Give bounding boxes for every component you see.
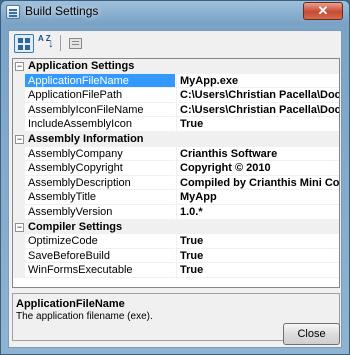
property-pages-button[interactable] bbox=[65, 34, 85, 53]
property-name[interactable]: SaveBeforeBuild bbox=[25, 249, 175, 264]
row-gutter bbox=[13, 248, 25, 264]
property-value[interactable]: MyApp.exe bbox=[176, 73, 339, 89]
property-name[interactable]: IncludeAssemblyIcon bbox=[25, 117, 175, 132]
row-gutter bbox=[13, 102, 25, 118]
window-title: Build Settings bbox=[25, 4, 99, 18]
row-gutter bbox=[13, 190, 25, 205]
dialog-client-area: A Z ↓ − Application Settings Application… bbox=[8, 30, 342, 348]
property-value[interactable]: Copyright © 2010 bbox=[176, 161, 339, 176]
row-gutter bbox=[13, 117, 25, 132]
property-name[interactable]: ApplicationFilePath bbox=[25, 88, 175, 103]
property-value[interactable]: True bbox=[176, 234, 339, 249]
category-compiler-settings[interactable]: − Compiler Settings bbox=[13, 219, 339, 235]
row-gutter bbox=[13, 161, 25, 176]
property-name[interactable]: WinFormsExecutable bbox=[25, 263, 175, 278]
property-row[interactable]: IncludeAssemblyIcon True bbox=[13, 117, 339, 132]
row-gutter bbox=[13, 234, 25, 249]
property-row[interactable]: SaveBeforeBuild True bbox=[13, 248, 339, 264]
category-label: Application Settings bbox=[28, 60, 135, 72]
property-row[interactable]: AssemblyVersion 1.0.* bbox=[13, 204, 339, 220]
property-row[interactable]: AssemblyCompany Crianthis Software bbox=[13, 146, 339, 162]
property-name[interactable]: OptimizeCode bbox=[25, 234, 175, 249]
property-row[interactable]: AssemblyIconFileName C:\Users\Christian … bbox=[13, 102, 339, 118]
property-value[interactable]: C:\Users\Christian Pacella\Docum bbox=[176, 88, 339, 103]
collapse-icon[interactable]: − bbox=[15, 62, 24, 71]
build-settings-window: Build Settings ✕ A Z ↓ − Application Set bbox=[0, 0, 350, 355]
toolbar-separator bbox=[60, 35, 61, 51]
property-name[interactable]: AssemblyCompany bbox=[25, 147, 175, 162]
collapse-icon[interactable]: − bbox=[15, 134, 24, 144]
property-value[interactable]: True bbox=[176, 263, 339, 278]
property-name[interactable]: ApplicationFileName bbox=[25, 73, 175, 89]
row-gutter bbox=[13, 146, 25, 162]
property-row[interactable]: ApplicationFilePath C:\Users\Christian P… bbox=[13, 88, 339, 103]
property-row[interactable]: AssemblyDescription Compiled by Crianthi… bbox=[13, 175, 339, 191]
property-name[interactable]: AssemblyIconFileName bbox=[25, 103, 175, 118]
property-value[interactable]: True bbox=[176, 117, 339, 132]
row-gutter bbox=[13, 204, 25, 220]
property-name[interactable]: AssemblyTitle bbox=[25, 190, 175, 205]
sort-arrow-icon: ↓ bbox=[48, 36, 54, 50]
row-gutter bbox=[13, 263, 25, 278]
property-name[interactable]: AssemblyDescription bbox=[25, 176, 175, 191]
row-gutter bbox=[13, 88, 25, 103]
property-name[interactable]: AssemblyVersion bbox=[25, 205, 175, 220]
title-bar[interactable]: Build Settings ✕ bbox=[1, 1, 349, 23]
property-name[interactable]: AssemblyCopyright bbox=[25, 161, 175, 176]
property-grid[interactable]: − Application Settings ApplicationFileNa… bbox=[12, 58, 340, 288]
property-row[interactable]: OptimizeCode True bbox=[13, 234, 339, 249]
property-value[interactable]: MyApp bbox=[176, 190, 339, 205]
alphabetical-view-button[interactable]: A Z ↓ bbox=[35, 34, 55, 53]
category-label: Assembly Information bbox=[28, 132, 144, 145]
app-window-icon bbox=[6, 5, 20, 19]
category-label: Compiler Settings bbox=[28, 220, 123, 233]
property-value[interactable]: Crianthis Software bbox=[176, 146, 339, 162]
help-description: The application filename (exe). bbox=[16, 311, 153, 322]
row-gutter bbox=[13, 73, 25, 89]
property-grid-toolbar: A Z ↓ bbox=[9, 31, 341, 57]
collapse-icon[interactable]: − bbox=[15, 222, 24, 232]
property-row[interactable]: AssemblyCopyright Copyright © 2010 bbox=[13, 161, 339, 176]
property-value[interactable]: 1.0.* bbox=[176, 204, 339, 220]
category-application-settings[interactable]: − Application Settings bbox=[13, 59, 339, 74]
property-row[interactable]: AssemblyTitle MyApp bbox=[13, 190, 339, 205]
property-value[interactable]: C:\Users\Christian Pacella\Docum bbox=[176, 102, 339, 118]
property-row[interactable]: WinFormsExecutable True bbox=[13, 263, 339, 278]
window-close-button[interactable]: ✕ bbox=[303, 2, 343, 20]
row-gutter bbox=[13, 175, 25, 191]
categorized-icon bbox=[18, 38, 30, 50]
property-row[interactable]: ApplicationFileName MyApp.exe bbox=[13, 73, 339, 89]
property-value[interactable]: True bbox=[176, 248, 339, 264]
categorized-view-button[interactable] bbox=[14, 34, 34, 53]
property-pages-icon bbox=[69, 38, 82, 49]
property-value[interactable]: Compiled by Crianthis Mini Compile bbox=[176, 175, 339, 191]
help-title: ApplicationFileName bbox=[16, 298, 125, 310]
category-assembly-information[interactable]: − Assembly Information bbox=[13, 131, 339, 147]
close-button[interactable]: Close bbox=[283, 323, 340, 345]
